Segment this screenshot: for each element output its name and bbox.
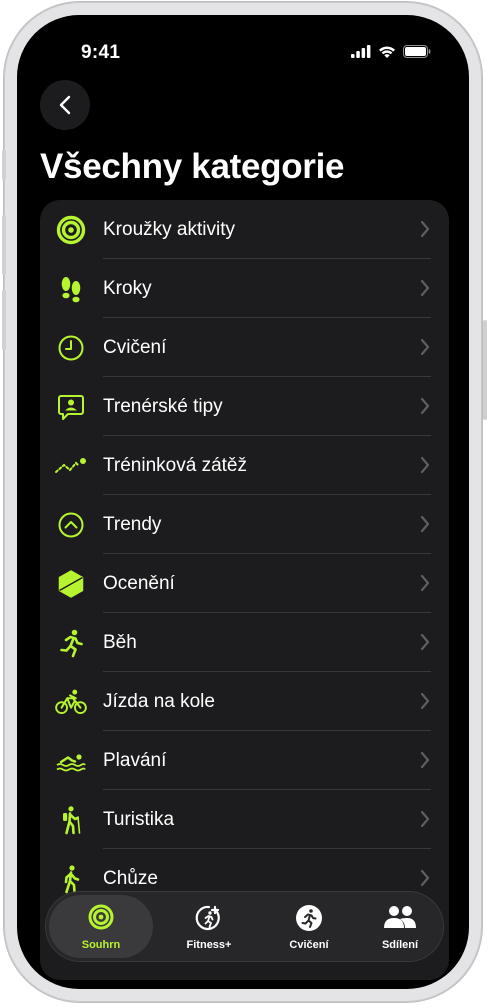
category-row-cycling[interactable]: Jízda na kole [40,672,449,731]
tab-label: Sdílení [381,939,419,951]
summary-rings-icon [49,904,153,930]
category-row-hiking[interactable]: Turistika [40,790,449,849]
volume-up-button [2,215,6,275]
category-row-awards[interactable]: Ocenění [40,554,449,613]
battery-icon [403,45,431,58]
activity-rings-icon [55,214,87,246]
page-title: Všechny kategorie [40,147,345,186]
wifi-icon [379,46,395,58]
category-row-swimming[interactable]: Plavání [40,731,449,790]
tab-label: Fitness+ [186,939,232,951]
chevron-right-icon [420,515,430,533]
chevron-right-icon [420,751,430,769]
chevron-right-icon [420,397,430,415]
action-button [2,150,6,180]
chevron-right-icon [420,633,430,651]
hiking-icon [55,804,87,836]
category-label: Běh [103,632,137,653]
tab-label: Cvičení [289,939,329,951]
screen: 9:41 Všechny kategorie Kroužky aktivity … [17,15,469,989]
chevron-right-icon [420,220,430,238]
category-label: Kroky [103,278,152,299]
footprints-icon [55,273,87,305]
swimming-icon [55,745,87,777]
category-label: Chůze [103,868,158,889]
awards-icon [55,568,87,600]
category-label: Jízda na kole [103,691,215,712]
tab-label: Souhrn [81,939,121,951]
category-label: Trenérské tipy [103,396,223,417]
chevron-right-icon [420,810,430,828]
training-load-icon [55,450,87,482]
category-row-coach-tips[interactable]: Trenérské tipy [40,377,449,436]
chevron-right-icon [420,574,430,592]
status-icons [351,45,431,58]
workout-icon [259,904,359,932]
category-label: Kroužky aktivity [103,219,235,240]
category-label: Turistika [103,809,175,830]
power-button [483,320,487,420]
category-label: Ocenění [103,573,175,594]
coach-tips-icon [55,391,87,423]
chevron-right-icon [420,456,430,474]
fitness-plus-icon [159,904,259,932]
tab-bar: Souhrn Fitness+ Cvičení Sdílení [46,892,443,961]
tab-workout[interactable]: Cvičení [259,895,359,958]
category-label: Cvičení [103,337,167,358]
tab-summary[interactable]: Souhrn [49,895,153,958]
cycling-icon [55,686,87,718]
back-button[interactable] [40,80,90,130]
chevron-left-icon [59,95,71,115]
category-label: Tréninková zátěž [103,455,247,476]
chevron-right-icon [420,279,430,297]
walking-icon [55,863,87,895]
cellular-signal-icon [351,45,371,58]
category-row-activity-rings[interactable]: Kroužky aktivity [40,200,449,259]
chevron-right-icon [420,692,430,710]
category-label: Trendy [103,514,162,535]
status-time: 9:41 [81,42,121,63]
category-row-steps[interactable]: Kroky [40,259,449,318]
chevron-right-icon [420,869,430,887]
category-row-training-load[interactable]: Tréninková zátěž [40,436,449,495]
volume-down-button [2,290,6,350]
clock-icon [55,332,87,364]
category-row-running[interactable]: Běh [40,613,449,672]
category-label: Plavání [103,750,167,771]
running-icon [55,627,87,659]
trends-icon [55,509,87,541]
tab-fitness-plus[interactable]: Fitness+ [159,895,259,958]
sharing-icon [350,904,450,930]
tab-sharing[interactable]: Sdílení [350,895,450,958]
category-row-workouts[interactable]: Cvičení [40,318,449,377]
status-bar: 9:41 [17,15,469,75]
chevron-right-icon [420,338,430,356]
category-row-trends[interactable]: Trendy [40,495,449,554]
category-list: Kroužky aktivity Kroky Cvičení Trenérské… [40,200,449,980]
